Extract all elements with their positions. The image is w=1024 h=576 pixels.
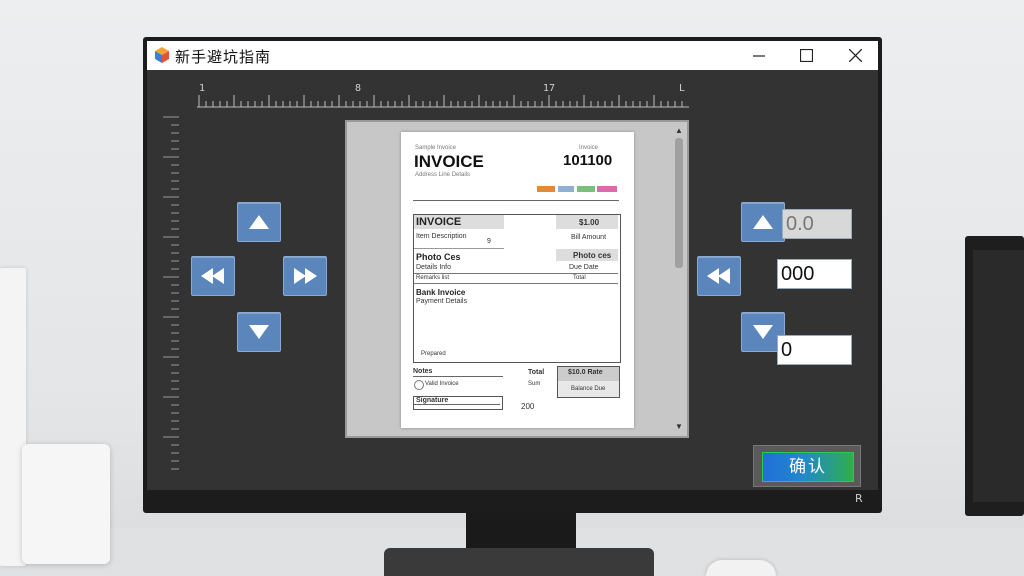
tag-blue — [558, 186, 574, 192]
double-arrow-right-icon — [294, 268, 317, 284]
maximize-icon — [799, 49, 813, 62]
invoice-title: INVOICE — [414, 152, 484, 171]
move-up-button[interactable] — [237, 202, 281, 242]
table-header-left: INVOICE — [416, 216, 462, 228]
ruler-label-8: 8 — [355, 83, 361, 94]
move-down-button[interactable] — [237, 312, 281, 352]
section2-right: Photo ces — [573, 251, 612, 260]
double-arrow-left-icon — [707, 268, 730, 284]
document-preview[interactable]: ▲ ▼ Sample Invoice INVOICE Address Line … — [345, 120, 689, 438]
offset-left-button[interactable] — [697, 256, 741, 296]
desk-cup — [22, 444, 110, 564]
app-logo-icon — [155, 47, 169, 63]
offset-bottom-field[interactable]: 0 — [777, 335, 852, 365]
move-right-button[interactable] — [283, 256, 327, 296]
summary-box-left: Total — [528, 369, 545, 376]
title-bar: 新手避坑指南 — [147, 41, 878, 70]
summary-sub-right: Balance Due — [571, 386, 606, 392]
invoice-subtitle: Address Line Details — [415, 172, 471, 178]
monitor-stand-base — [384, 548, 654, 576]
invoice-number: 101100 — [563, 152, 613, 169]
scroll-down-icon[interactable]: ▼ — [673, 422, 685, 432]
monitor-bottom-bezel — [147, 490, 878, 510]
row3-left: Remarks list — [416, 275, 450, 281]
offset-mid-field[interactable]: 000 — [777, 259, 852, 289]
arrow-up-icon — [249, 215, 269, 229]
minimize-icon — [753, 54, 765, 57]
row3-right: Total — [573, 275, 586, 281]
section2-left: Photo Ces — [416, 252, 461, 262]
close-button[interactable] — [832, 41, 878, 70]
section3-title: Bank Invoice — [416, 288, 466, 297]
ruler-label-end: L — [679, 83, 685, 94]
secondary-monitor — [965, 236, 1024, 516]
vertical-ruler — [163, 116, 179, 470]
page-total: 200 — [521, 402, 535, 411]
close-icon — [848, 49, 862, 62]
tag-green — [577, 186, 595, 192]
offset-up-button[interactable] — [741, 202, 785, 242]
maximize-button[interactable] — [783, 41, 829, 70]
tag-pink — [597, 186, 617, 192]
move-left-button[interactable] — [191, 256, 235, 296]
scroll-thumb[interactable] — [675, 138, 683, 268]
table-header-right: $1.00 — [579, 218, 600, 227]
double-arrow-left-icon — [201, 268, 224, 284]
ruler-label-1: 1 — [199, 83, 205, 94]
app-window: 新手避坑指南 1 8 17 L ▲ ▼ Sample Invoice INVOI… — [147, 41, 878, 490]
confirm-frame: 确认 — [753, 445, 861, 487]
summary-line: Valid Invoice — [425, 381, 459, 387]
table-footer-left: Prepared — [421, 351, 446, 357]
row2-left: Details Info — [416, 264, 452, 271]
ruler-label-17: 17 — [543, 83, 555, 94]
row1-mid: 9 — [487, 238, 491, 245]
computer-mouse — [706, 560, 776, 576]
invoice-page: Sample Invoice INVOICE Address Line Deta… — [401, 132, 634, 428]
invoice-header-small: Sample Invoice — [415, 145, 457, 151]
minimize-button[interactable] — [736, 41, 782, 70]
offset-top-field[interactable]: 0.0 — [782, 209, 852, 239]
signature-label: Signature — [416, 397, 449, 404]
row1-left: Item Description — [416, 233, 467, 240]
tag-orange — [537, 186, 555, 192]
row2-right: Due Date — [569, 264, 599, 271]
preview-scrollbar[interactable]: ▲ ▼ — [673, 126, 685, 432]
header-divider — [413, 200, 619, 201]
window-title: 新手避坑指南 — [175, 49, 272, 66]
section3-sub: Payment Details — [416, 298, 467, 305]
radio-icon — [414, 380, 424, 390]
summary-box-right: $10.0 Rate — [568, 369, 603, 376]
invoice-number-label: Invoice — [579, 145, 599, 151]
row1-right: Bill Amount — [571, 234, 607, 241]
confirm-button[interactable]: 确认 — [762, 452, 854, 482]
horizontal-ruler: 1 8 17 L — [197, 83, 689, 108]
summary-sub-left: Sum — [528, 381, 541, 387]
scroll-up-icon[interactable]: ▲ — [673, 126, 685, 136]
summary-label: Notes — [413, 368, 433, 375]
arrow-up-icon — [753, 215, 773, 229]
arrow-down-icon — [249, 325, 269, 339]
arrow-down-icon — [753, 325, 773, 339]
corner-mark: R — [855, 492, 863, 505]
